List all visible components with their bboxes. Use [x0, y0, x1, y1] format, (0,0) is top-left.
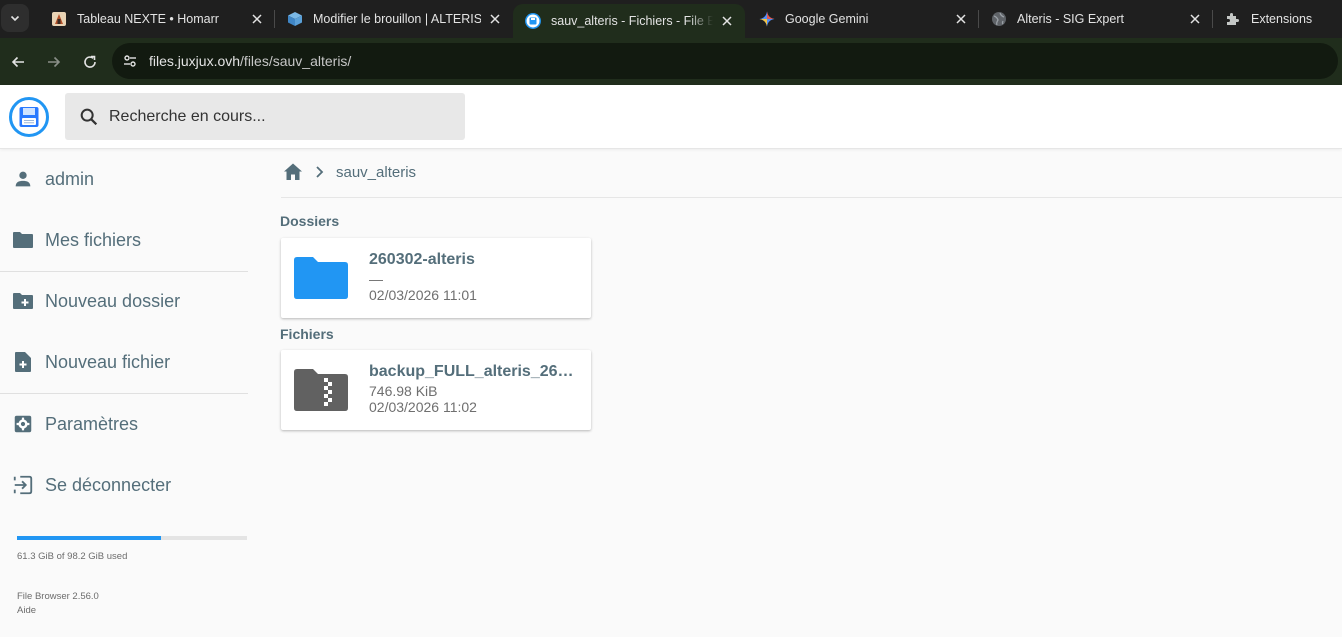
- tab-title: Tableau NEXTE • Homarr: [77, 12, 219, 26]
- address-bar[interactable]: files.juxjux.ovh/files/sauv_alteris/: [112, 43, 1338, 79]
- tab-title: Extensions: [1251, 12, 1313, 26]
- homarr-icon: [51, 11, 67, 27]
- close-icon[interactable]: [487, 11, 503, 27]
- search-status-text: Recherche en cours...: [109, 107, 266, 125]
- person-icon: [11, 167, 35, 191]
- cube-icon: [287, 11, 303, 27]
- browser-tab-gemini[interactable]: Google Gemini: [747, 0, 979, 38]
- back-button[interactable]: [0, 44, 36, 80]
- browser-tab-file-browser[interactable]: sauv_alteris - Fichiers - File Browser: [513, 4, 745, 38]
- create-new-folder-icon: [11, 289, 35, 313]
- files-section-title: Fichiers: [280, 326, 334, 342]
- zip-archive-icon: [294, 369, 348, 411]
- item-modified-date: 02/03/2026 11:02: [369, 399, 477, 415]
- breadcrumb-current[interactable]: sauv_alteris: [336, 164, 416, 181]
- filebrowser-logo-icon[interactable]: [9, 97, 49, 137]
- close-icon[interactable]: [953, 11, 969, 27]
- reload-button[interactable]: [72, 44, 108, 80]
- forward-button[interactable]: [36, 44, 72, 80]
- sidebar-item-label: Nouveau dossier: [45, 290, 181, 311]
- home-icon[interactable]: [281, 160, 305, 184]
- tab-search-button[interactable]: [1, 4, 29, 32]
- settings-icon: [11, 412, 35, 436]
- storage-usage-fill: [17, 536, 161, 540]
- exit-icon: [11, 473, 35, 497]
- chevron-right-icon: [316, 166, 324, 178]
- sidebar-item-new-folder[interactable]: Nouveau dossier: [0, 277, 248, 325]
- version-text: File Browser 2.56.0: [17, 591, 99, 602]
- sidebar-divider: [0, 271, 248, 272]
- browser-tab-alteris-draft[interactable]: Modifier le brouillon | ALTERIS: [275, 0, 513, 38]
- sidebar-item-label: Se déconnecter: [45, 474, 172, 495]
- folder-item[interactable]: 260302-alteris — 02/03/2026 11:01: [281, 238, 591, 318]
- tab-title: sauv_alteris - Fichiers - File Browser: [551, 14, 713, 28]
- filebrowser-icon: [525, 13, 541, 29]
- puzzle-icon: [1225, 11, 1241, 27]
- storage-usage-bar: [17, 536, 247, 540]
- help-link[interactable]: Aide: [17, 605, 36, 616]
- sidebar-item-settings[interactable]: Paramètres: [0, 400, 248, 448]
- close-icon[interactable]: [1187, 11, 1203, 27]
- item-name: backup_FULL_alteris_260302.zip: [369, 363, 574, 380]
- sidebar-item-admin[interactable]: admin: [0, 155, 248, 203]
- arrow-back-icon: [11, 56, 24, 67]
- search-bar[interactable]: Recherche en cours...: [65, 93, 465, 140]
- sidebar-divider: [0, 393, 248, 394]
- site-info-icon[interactable]: [117, 48, 143, 74]
- sidebar-item-label: admin: [45, 168, 95, 189]
- tab-title: Alteris - SIG Expert: [1017, 12, 1124, 26]
- breadcrumb-divider: [281, 197, 1342, 198]
- chevron-down-icon: [10, 15, 20, 22]
- close-icon[interactable]: [249, 11, 265, 27]
- sidebar-item-label: Mes fichiers: [45, 229, 142, 250]
- sidebar-item-label: Paramètres: [45, 413, 139, 434]
- item-modified-date: 02/03/2026 11:01: [369, 287, 477, 303]
- note-add-icon: [11, 350, 35, 374]
- url-path: /files/sauv_alteris/: [240, 53, 352, 69]
- gemini-icon: [759, 11, 775, 27]
- sidebar-item-my-files[interactable]: Mes fichiers: [0, 216, 248, 264]
- folders-section-title: Dossiers: [280, 213, 340, 229]
- url-host: files.juxjux.ovh: [149, 53, 241, 69]
- folder-icon: [11, 228, 35, 252]
- browser-tab-homarr[interactable]: Tableau NEXTE • Homarr: [39, 0, 275, 38]
- item-size: —: [369, 271, 383, 287]
- reload-icon: [84, 55, 96, 68]
- sidebar-item-label: Nouveau fichier: [45, 351, 171, 372]
- browser-toolbar: files.juxjux.ovh/files/sauv_alteris/: [0, 38, 1342, 85]
- browser-tab-extensions[interactable]: Extensions: [1213, 0, 1333, 38]
- app-header: Recherche en cours...: [0, 85, 1342, 149]
- browser-tab-strip: Tableau NEXTE • Homarr Modifier le broui…: [0, 0, 1342, 38]
- sidebar-item-logout[interactable]: Se déconnecter: [0, 461, 248, 509]
- globe-icon: [991, 11, 1007, 27]
- close-icon[interactable]: [719, 13, 735, 29]
- browser-tab-sig-expert[interactable]: Alteris - SIG Expert: [979, 0, 1213, 38]
- url-text: files.juxjux.ovh/files/sauv_alteris/: [149, 53, 351, 69]
- item-name: 260302-alteris: [369, 251, 475, 268]
- tab-title: Google Gemini: [785, 12, 869, 26]
- tab-title: Modifier le brouillon | ALTERIS: [313, 12, 481, 26]
- folder-icon: [294, 257, 348, 299]
- storage-usage-text: 61.3 GiB of 98.2 GiB used: [17, 551, 128, 562]
- item-size: 746.98 KiB: [369, 383, 438, 399]
- breadcrumb: sauv_alteris: [281, 158, 416, 186]
- file-item[interactable]: backup_FULL_alteris_260302.zip 746.98 Ki…: [281, 350, 591, 430]
- search-icon: [80, 108, 98, 125]
- sidebar-item-new-file[interactable]: Nouveau fichier: [0, 338, 248, 386]
- sidebar: admin Mes fichiers Nouveau dossier Nouve…: [0, 150, 248, 637]
- arrow-forward-icon: [48, 56, 61, 67]
